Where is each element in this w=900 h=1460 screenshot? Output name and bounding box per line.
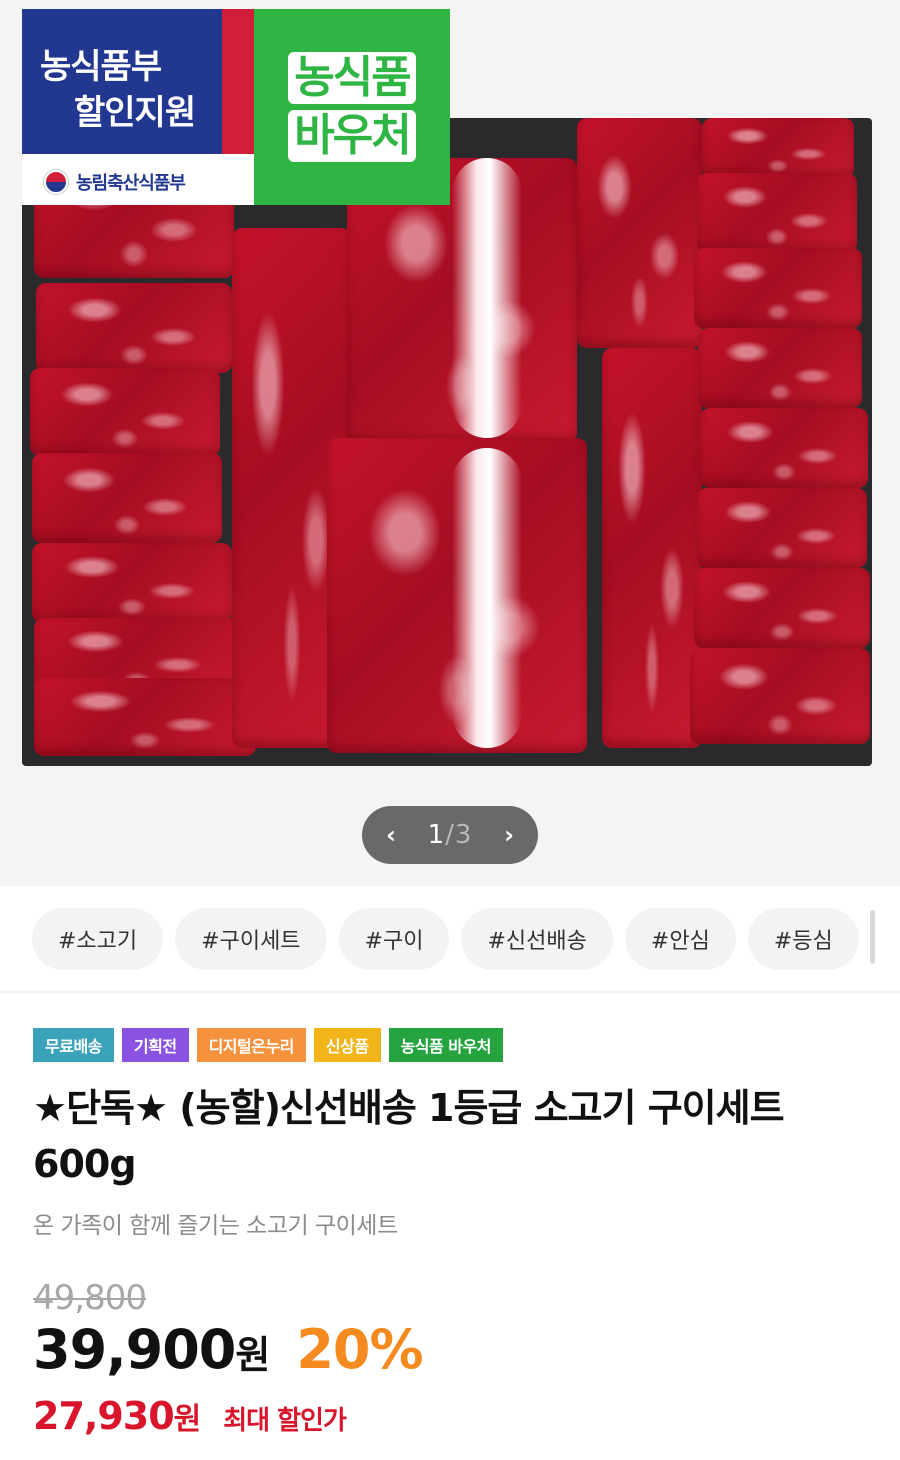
voucher-badge-line-2: 바우처 — [288, 110, 416, 162]
label-special-exhibition: 기획전 — [121, 1028, 189, 1062]
label-food-voucher: 농식품 바우처 — [388, 1028, 503, 1062]
voucher-badge-line-1: 농식품 — [288, 52, 416, 104]
hashtag-chip[interactable]: #소고기 — [32, 908, 164, 970]
product-image-carousel[interactable]: 농식품부 할인지원 농림축산식품부 농식품 바우처 ‹ 1/3 › — [0, 0, 900, 886]
carousel-pager: ‹ 1/3 › — [362, 806, 538, 864]
max-discount-label: 최대 할인가 — [223, 1406, 347, 1436]
ministry-emblem-icon — [44, 170, 68, 194]
ministry-name: 농림축산식품부 — [76, 173, 186, 194]
chevron-right-icon[interactable]: › — [504, 821, 514, 849]
product-labels: 무료배송 기획전 디지털온누리 신상품 농식품 바우처 — [33, 1028, 503, 1062]
discount-rate: 20% — [296, 1318, 423, 1381]
max-discount-price: 27,930 — [33, 1394, 175, 1438]
hashtag-chip[interactable]: #구이 — [338, 908, 450, 970]
max-discount-currency: 원 — [173, 1402, 202, 1437]
page-indicator: 1/3 — [427, 820, 473, 850]
meat-tray-image — [22, 118, 872, 766]
badge-line-1: 농식품부 — [40, 47, 162, 87]
sale-price-row: 39,900 원 20% — [33, 1318, 424, 1381]
hashtag-chip[interactable]: #안심 — [624, 908, 736, 970]
label-digital-onnuri: 디지털온누리 — [196, 1028, 306, 1062]
section-divider — [0, 991, 900, 993]
hashtag-chip[interactable]: #구이세트 — [175, 908, 327, 970]
badge-line-2: 할인지원 — [74, 93, 196, 133]
product-title: ★단독★ (농할)신선배송 1등급 소고기 구이세트 600g — [33, 1086, 785, 1186]
hashtag-chip[interactable]: #등심 — [747, 908, 859, 970]
label-free-shipping: 무료배송 — [33, 1028, 114, 1062]
hashtag-list: #소고기 #구이세트 #구이 #신선배송 #안심 #등심 — [32, 908, 900, 970]
chevron-left-icon[interactable]: ‹ — [386, 821, 396, 849]
sale-price: 39,900 — [33, 1318, 236, 1381]
hashtag-chip[interactable]: #신선배송 — [461, 908, 613, 970]
label-new-product: 신상품 — [313, 1028, 381, 1062]
product-subtitle: 온 가족이 함께 즐기는 소고기 구이세트 — [33, 1213, 398, 1239]
max-discount-row: 27,930 원 최대 할인가 — [33, 1394, 347, 1438]
currency-unit: 원 — [235, 1333, 271, 1377]
original-price: 49,800 — [33, 1278, 147, 1318]
discount-support-badge: 농식품부 할인지원 농림축산식품부 — [22, 9, 254, 205]
voucher-badge: 농식품 바우처 — [254, 9, 450, 205]
hashtag-scrollbar[interactable] — [870, 910, 875, 964]
